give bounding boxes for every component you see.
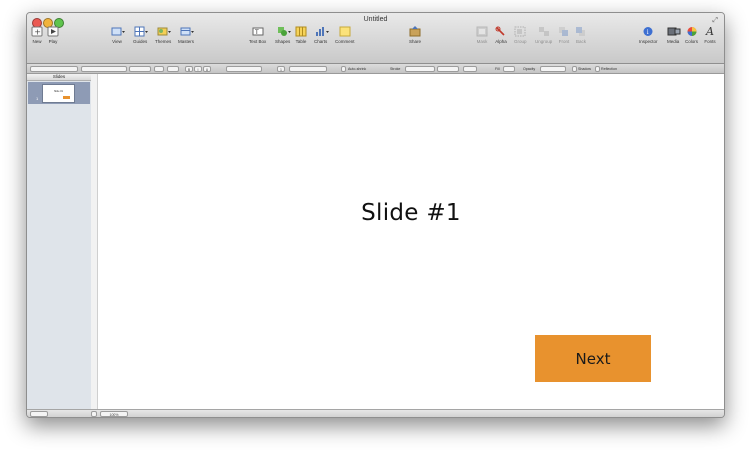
shadow-label: Shadow [578,66,591,71]
text-color-well[interactable] [167,65,179,72]
italic-button[interactable]: I [194,65,202,72]
new-button[interactable]: + New [31,26,43,44]
fill-label: Fill [495,66,500,71]
masters-icon [180,26,194,37]
fill-color-well[interactable] [503,65,515,72]
paragraph-style-popup[interactable] [30,65,78,72]
colors-icon [686,26,698,37]
slide-title[interactable]: Slide #1 [98,200,724,226]
inspector-icon: i [642,26,654,37]
guides-icon [134,26,149,37]
inspector-button[interactable]: i Inspector [639,26,658,44]
view-icon [111,26,125,37]
new-slide-icon: + [31,26,43,37]
colors-button[interactable]: Colors [685,26,698,44]
view-button[interactable]: View [111,26,125,44]
alpha-icon [495,26,507,37]
slide-number: 1 [36,96,39,101]
auto-shrink-checkbox[interactable] [341,65,346,72]
reflection-label: Reflection [601,66,617,71]
table-button[interactable]: Table [295,26,307,44]
group-button[interactable]: Group [514,26,527,44]
back-icon [575,26,587,37]
charts-icon [315,26,329,37]
masters-button[interactable]: Masters [178,26,194,44]
font-family-popup[interactable] [81,65,127,72]
view-mode-popup[interactable] [30,411,48,417]
shadow-checkbox[interactable] [572,65,577,72]
media-icon [667,26,681,37]
share-button[interactable]: Share [409,26,421,44]
text-box-button[interactable]: T Text Box [249,26,266,44]
window-title: Untitled [363,16,388,23]
font-style-popup[interactable] [129,65,151,72]
slide-navigator: Slides Slide #1 1 [27,74,92,409]
mask-button[interactable]: Mask [476,26,488,44]
group-icon [514,26,526,37]
media-button[interactable]: Media [667,26,681,44]
back-button[interactable]: Back [575,26,587,44]
title-bar: Untitled ⤢ + New Play View Guides Themes… [27,13,724,64]
zoom-popup[interactable]: 100% [100,411,128,417]
shapes-button[interactable]: Shapes [275,26,291,44]
stroke-width-field[interactable] [437,65,459,72]
fullscreen-icon[interactable]: ⤢ [712,17,718,25]
ungroup-icon [538,26,550,37]
svg-text:+: + [34,27,41,36]
bold-button[interactable]: B [185,65,193,72]
next-button[interactable]: Next [535,335,651,382]
guides-button[interactable]: Guides [133,26,149,44]
alignment-buttons[interactable] [226,65,262,72]
themes-icon [157,26,172,37]
play-icon [47,26,59,37]
svg-text:i: i [647,29,649,36]
underline-button[interactable]: U [203,65,211,72]
charts-button[interactable]: Charts [314,26,329,44]
shapes-icon [277,26,291,37]
status-bar: 100% [27,409,724,417]
mask-icon [476,26,488,37]
format-bar: B I U 1 Auto-shrink Stroke Fill Opacity … [27,64,724,74]
themes-button[interactable]: Themes [155,26,171,44]
comment-icon [339,26,351,37]
slide-thumbnail[interactable]: Slide #1 [42,84,75,103]
share-icon [409,26,421,37]
line-spacing-popup[interactable] [289,65,327,72]
reflection-checkbox[interactable] [595,65,600,72]
comment-button[interactable]: Comment [335,26,355,44]
zoom-out-button[interactable] [91,411,97,417]
play-button[interactable]: Play [47,26,59,44]
fonts-button[interactable]: A Fonts [704,26,716,44]
stroke-style-popup[interactable] [405,65,435,72]
columns-field[interactable]: 1 [277,65,285,72]
opacity-field[interactable] [540,65,566,72]
auto-shrink-label: Auto-shrink [348,66,367,71]
table-icon [295,26,307,37]
slides-header: Slides [27,74,91,81]
alpha-button[interactable]: Alpha [495,26,507,44]
stroke-color-well[interactable] [463,65,477,72]
front-icon [558,26,570,37]
slide-canvas[interactable]: Slide #1 Next [97,74,724,409]
thumbnail-title: Slide #1 [53,90,64,93]
svg-text:T: T [254,29,259,36]
fonts-icon: A [706,25,714,38]
ungroup-button[interactable]: Ungroup [535,26,552,44]
stroke-label: Stroke [390,66,401,71]
font-size-field[interactable] [154,65,164,72]
thumbnail-button [63,96,70,99]
keynote-window: Untitled ⤢ + New Play View Guides Themes… [26,12,725,418]
opacity-label: Opacity [523,66,536,71]
front-button[interactable]: Front [558,26,570,44]
text-box-icon: T [252,26,264,37]
